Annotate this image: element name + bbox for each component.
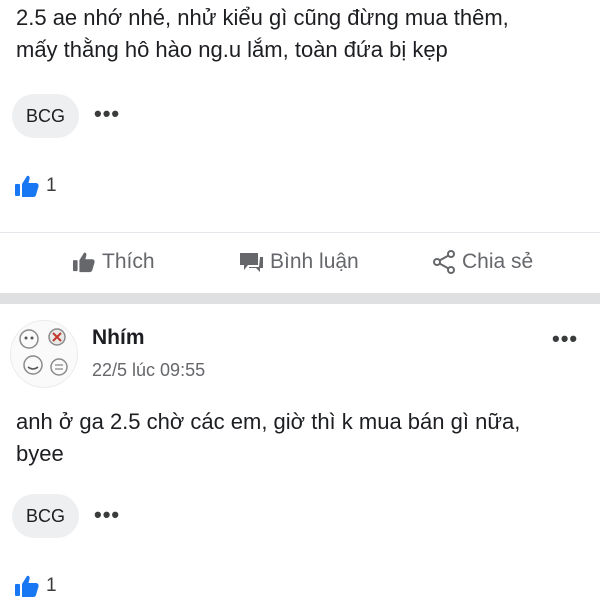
avatar[interactable] xyxy=(10,320,78,388)
like-count: 1 xyxy=(46,175,57,196)
thumbs-up-icon xyxy=(73,252,95,273)
like-label: Thích xyxy=(102,250,155,273)
author-name[interactable]: Nhím xyxy=(92,326,145,350)
share-label: Chia sẻ xyxy=(462,250,534,273)
reaction-summary[interactable]: 1 xyxy=(14,174,57,198)
post-text-line: byee xyxy=(16,441,64,466)
like-reaction-icon xyxy=(15,575,39,597)
tag-pill[interactable]: BCG xyxy=(12,94,80,138)
post-text: anh ở ga 2.5 chờ các em, giờ thì k mua b… xyxy=(16,406,586,470)
comment-icon xyxy=(240,253,263,272)
comment-button[interactable]: Bình luận xyxy=(238,250,359,274)
post-text: 2.5 ae nhớ nhé, nhử kiểu gì cũng đừng mu… xyxy=(16,2,586,66)
tag-more-button[interactable]: ••• xyxy=(94,103,120,125)
post-text-line: anh ở ga 2.5 chờ các em, giờ thì k mua b… xyxy=(16,409,521,434)
post-timestamp[interactable]: 22/5 lúc 09:55 xyxy=(92,360,205,381)
share-icon xyxy=(433,250,455,274)
like-count: 1 xyxy=(46,575,57,596)
divider xyxy=(0,232,600,233)
comment-label: Bình luận xyxy=(270,250,359,273)
avatar-sticker-image xyxy=(19,328,68,376)
reaction-summary[interactable]: 1 xyxy=(14,574,57,598)
tag-more-button[interactable]: ••• xyxy=(94,504,120,526)
like-reaction-icon xyxy=(15,175,39,197)
tag-label: BCG xyxy=(26,105,66,126)
post-text-line: mấy thằng hô hào ng.u lắm, toàn đứa bị k… xyxy=(16,37,448,62)
post-separator xyxy=(0,293,600,304)
more-options-icon[interactable]: ••• xyxy=(552,328,578,350)
tag-label: BCG xyxy=(26,505,66,526)
post-text-line: 2.5 ae nhớ nhé, nhử kiểu gì cũng đừng mu… xyxy=(16,5,509,30)
share-button[interactable]: Chia sẻ xyxy=(432,250,533,274)
like-button[interactable]: Thích xyxy=(72,250,155,274)
tag-pill[interactable]: BCG xyxy=(12,494,80,538)
